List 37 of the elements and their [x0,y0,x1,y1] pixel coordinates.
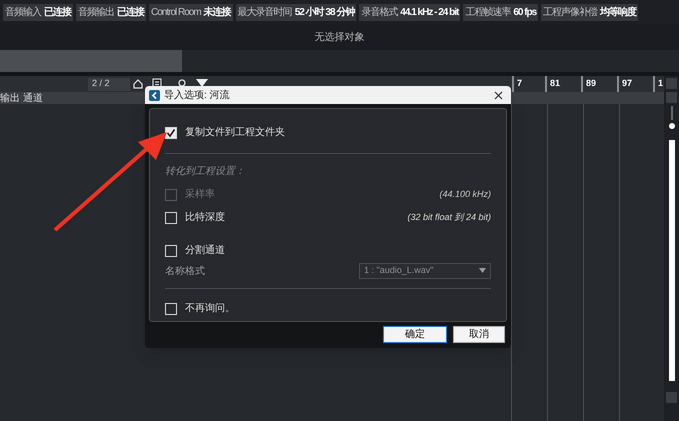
status-label: 最大录音时间 [238,6,292,20]
status-label: 工程帧速率 [465,6,510,20]
status-value: 未连接 [204,6,231,20]
status-value: 44.1 kHz - 24 bit [400,6,458,20]
option-label: 采样率 [185,188,215,202]
option-label: 分割通道 [185,244,225,258]
playhead-icon[interactable] [196,79,208,89]
status-value: 已连接 [117,6,144,20]
status-value: 60 fps [513,6,536,20]
ok-button[interactable]: 确定 [383,326,447,343]
option-label: 复制文件到工程文件夹 [185,126,285,140]
option-detail: (44.100 kHz) [439,188,491,201]
option-label: 比特深度 [185,210,225,225]
status-label: 音频输入 [5,6,41,20]
dropdown-arrow-icon [479,268,486,274]
counter-field[interactable]: 2 / 2 [88,78,130,90]
status-label: Control Room [151,6,201,20]
home-icon[interactable] [132,78,144,90]
status-value: 已连接 [44,6,71,20]
status-label: 工程声像补偿 [543,6,598,20]
field-label: 名称格式 [165,264,206,278]
status-value: 均等响度 [600,5,636,20]
section-title: 转化到工程设置： [165,164,246,179]
scrollbar[interactable] [664,76,679,421]
status-label: 录音格式 [361,6,398,20]
status-value: 52 小时 38 分钟 [294,6,354,20]
app-logo-icon [149,90,160,100]
checkmark-icon [166,128,176,138]
close-icon[interactable] [494,90,503,100]
status-label: 音频输出 [78,6,114,20]
option-label: 不再询问。 [185,302,235,316]
info-text: 无选择对象 [314,30,364,44]
name-format-dropdown[interactable]: 1 : "audio_L.wav" [359,263,491,279]
track-label: 输出 通道 [0,92,43,106]
option-detail: (32 bit float 到 24 bit) [407,210,491,224]
dialog-title: 导入选项: 河流 [164,88,231,102]
cancel-button[interactable]: 取消 [453,326,505,343]
